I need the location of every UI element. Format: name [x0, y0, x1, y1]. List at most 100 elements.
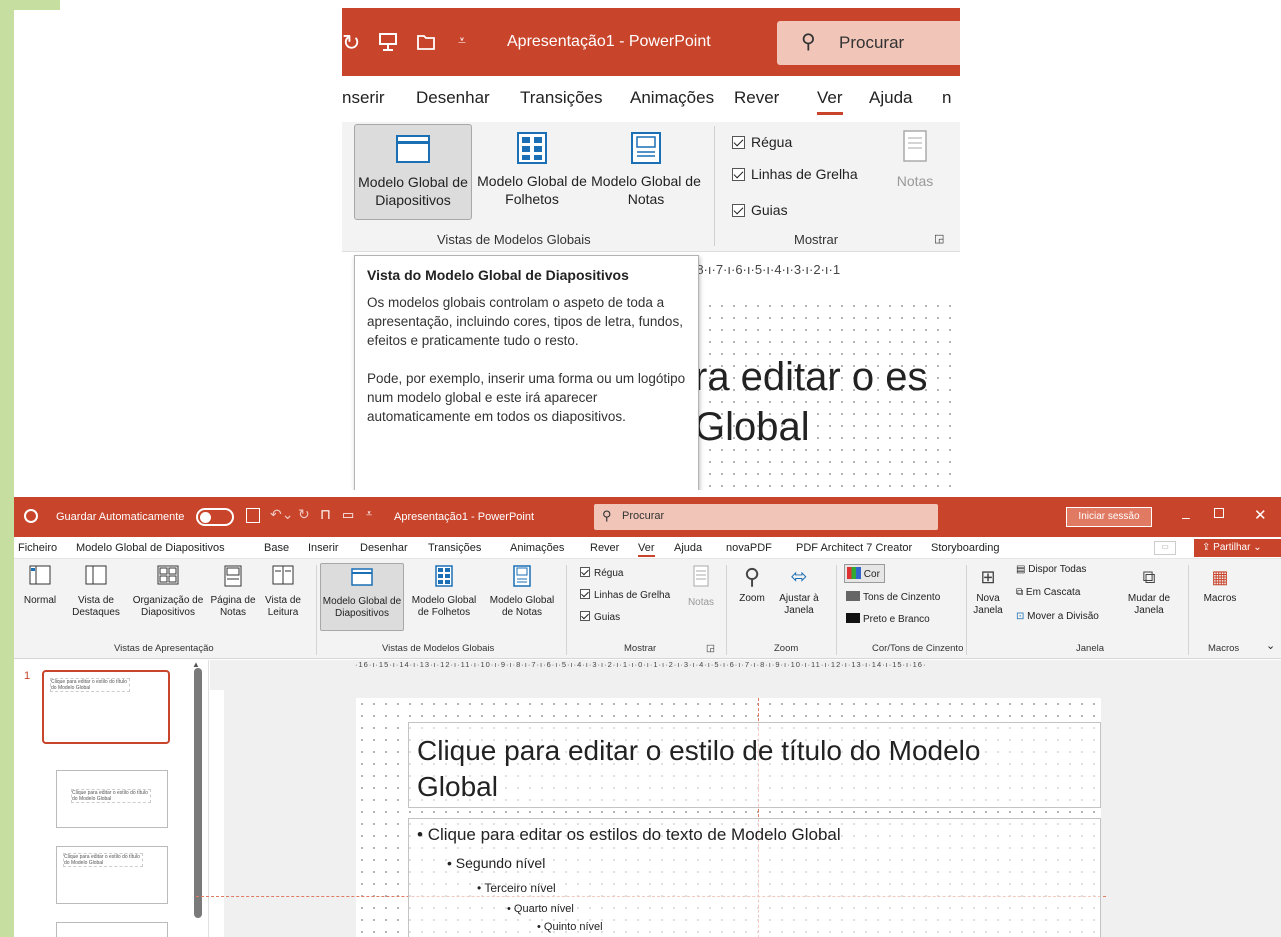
slide-thumbnail-layout-3[interactable]	[56, 922, 168, 937]
customize-qat-icon[interactable]: ⩡	[458, 32, 466, 49]
search-placeholder: Procurar	[839, 33, 905, 52]
master-notes-button[interactable]: Modelo Global de Notas	[484, 565, 560, 619]
slide-thumbnail-layout-2[interactable]: Clique para editar o estilo do título do…	[56, 846, 168, 904]
notes-page-button[interactable]: Página de Notas	[210, 565, 256, 619]
tab-inserir[interactable]: Inserir	[308, 542, 339, 554]
master-handouts-button[interactable]: Modelo Global de Folhetos	[476, 124, 588, 220]
zoom-search-box[interactable]: ⚲ Procurar	[777, 21, 960, 65]
slideshow-icon[interactable]	[378, 32, 398, 52]
group-color-label: Cor/Tons de Cinzento	[872, 643, 964, 654]
body-level-5-text: Quinto nível	[543, 921, 603, 933]
tab-ficheiro[interactable]: Ficheiro	[18, 542, 57, 554]
arrange-all-button[interactable]: ▤ Dispor Todas	[1016, 564, 1086, 575]
tab-rever[interactable]: Rever	[590, 542, 619, 554]
title-placeholder[interactable]: Clique para editar o estilo de título do…	[408, 722, 1101, 808]
ruler-checkbox[interactable]: Régua	[580, 567, 623, 579]
guides-checkbox[interactable]: Guias	[580, 611, 620, 623]
zoom-button[interactable]: ⚲ Zoom	[732, 565, 772, 605]
customize-qat-icon[interactable]: ⩡	[366, 508, 372, 521]
tab-base[interactable]: Base	[264, 542, 289, 554]
group-master-label: Vistas de Modelos Globais	[437, 232, 591, 247]
group-separator	[966, 565, 967, 655]
save-icon[interactable]	[246, 508, 260, 523]
macros-button[interactable]: ▦ Macros	[1198, 565, 1242, 605]
fit-window-button[interactable]: ⬄ Ajustar à Janela	[776, 565, 822, 617]
body-level-4-text: Quarto nível	[513, 903, 574, 915]
tab-novapdf[interactable]: novaPDF	[726, 542, 772, 554]
tab-more[interactable]: n	[942, 88, 951, 108]
tab-desenhar[interactable]: Desenhar	[360, 542, 408, 554]
open-folder-icon[interactable]: ▭	[342, 507, 354, 523]
cascade-button[interactable]: ⧉ Em Cascata	[1016, 587, 1080, 598]
notes-icon	[903, 130, 927, 162]
notes-button[interactable]: Notas	[890, 130, 940, 190]
slide-thumbnail-master[interactable]: Clique para editar o estilo do título do…	[42, 670, 170, 744]
minimize-icon[interactable]: –	[1182, 509, 1190, 525]
grayscale-button[interactable]: Tons de Cinzento	[846, 591, 940, 603]
tab-inserir[interactable]: nserir	[342, 88, 385, 108]
undo-icon[interactable]: ↶⌄	[270, 506, 293, 523]
switch-windows-button[interactable]: ⧉ Mudar de Janela	[1124, 565, 1174, 617]
arrange-all-icon: ▤	[1016, 564, 1029, 575]
reading-view-button[interactable]: Vista de Leitura	[260, 565, 306, 619]
slideshow-icon[interactable]: ⊓	[320, 506, 331, 523]
undo-icon[interactable]: ↻	[342, 30, 360, 56]
color-icon	[847, 567, 861, 579]
move-split-button[interactable]: ⊡ Mover a Divisão	[1016, 611, 1099, 622]
share-button[interactable]: ⇪ Partilhar ⌄	[1194, 539, 1281, 557]
tab-ver[interactable]: Ver	[638, 542, 655, 557]
tab-transicoes[interactable]: Transições	[428, 542, 481, 554]
slide-canvas[interactable]: Clique para editar o estilo de título do…	[196, 698, 1106, 937]
tab-ajuda[interactable]: Ajuda	[674, 542, 702, 554]
bw-button[interactable]: Preto e Branco	[846, 613, 930, 625]
maximize-icon[interactable]	[1214, 508, 1224, 518]
outline-view-button[interactable]: Vista de Destaques	[66, 565, 126, 619]
collapse-ribbon-icon[interactable]: ⌄	[1266, 639, 1275, 652]
slide-number: 1	[24, 670, 31, 682]
new-window-button[interactable]: ⊞ Nova Janela	[970, 565, 1006, 617]
comments-icon[interactable]: ▭	[1154, 541, 1176, 555]
gridlines-checkbox[interactable]: Linhas de Grelha	[580, 589, 670, 601]
tab-pdf-architect[interactable]: PDF Architect 7 Creator	[796, 542, 912, 554]
body-placeholder[interactable]: • Clique para editar os estilos do texto…	[408, 818, 1101, 937]
slides-scrollbar[interactable]	[194, 668, 202, 918]
notes-button[interactable]: Notas	[686, 565, 716, 609]
tab-ajuda[interactable]: Ajuda	[869, 88, 912, 108]
tab-animacoes[interactable]: Animações	[630, 88, 714, 108]
tab-storyboarding[interactable]: Storyboarding	[931, 542, 1000, 554]
tab-ver[interactable]: Ver	[817, 88, 843, 115]
autosave-toggle[interactable]	[196, 508, 234, 526]
signin-button[interactable]: Iniciar sessão	[1066, 507, 1152, 527]
group-master-label: Vistas de Modelos Globais	[382, 643, 495, 654]
group-zoom-label: Zoom	[774, 643, 799, 654]
master-notes-icon	[631, 132, 661, 164]
tab-master-slides[interactable]: Modelo Global de Diapositivos	[76, 542, 225, 554]
tab-transicoes[interactable]: Transições	[520, 88, 603, 108]
master-notes-button[interactable]: Modelo Global de Notas	[590, 124, 702, 220]
slide-sorter-button[interactable]: Organização de Diapositivos	[130, 565, 206, 619]
notes-page-label: Página de Notas	[210, 595, 256, 618]
group-show-label: Mostrar	[624, 643, 657, 654]
slide-thumbnail-layout-1[interactable]: Clique para editar o estilo do título do…	[56, 770, 168, 828]
tooltip-para-1: Os modelos globais controlam o aspeto de…	[367, 295, 683, 348]
master-handouts-button[interactable]: Modelo Global de Folhetos	[406, 565, 482, 619]
color-button[interactable]: Cor	[844, 564, 885, 583]
gridlines-checkbox[interactable]: Linhas de Grelha	[732, 166, 858, 182]
close-icon[interactable]: ✕	[1254, 506, 1267, 524]
cascade-label: Em Cascata	[1025, 587, 1081, 598]
ruler-checkbox[interactable]: Régua	[732, 134, 792, 150]
tab-animacoes[interactable]: Animações	[510, 542, 564, 554]
guides-checkbox[interactable]: Guias	[732, 202, 788, 218]
dialog-launcher-icon[interactable]: ◲	[706, 643, 715, 654]
tab-desenhar[interactable]: Desenhar	[416, 88, 490, 108]
master-slides-button[interactable]: Modelo Global de Diapositivos	[320, 563, 404, 631]
bw-label: Preto e Branco	[863, 614, 930, 625]
search-box[interactable]: ⚲ Procurar	[594, 504, 938, 530]
normal-view-button[interactable]: Normal	[18, 565, 62, 607]
checkbox-checked-icon	[580, 567, 590, 577]
tab-rever[interactable]: Rever	[734, 88, 779, 108]
open-folder-icon[interactable]	[416, 32, 438, 52]
redo-icon[interactable]: ↻	[298, 506, 310, 523]
dialog-launcher-icon[interactable]: ◲	[934, 232, 944, 245]
master-slides-button[interactable]: Modelo Global de Diapositivos	[354, 124, 472, 220]
